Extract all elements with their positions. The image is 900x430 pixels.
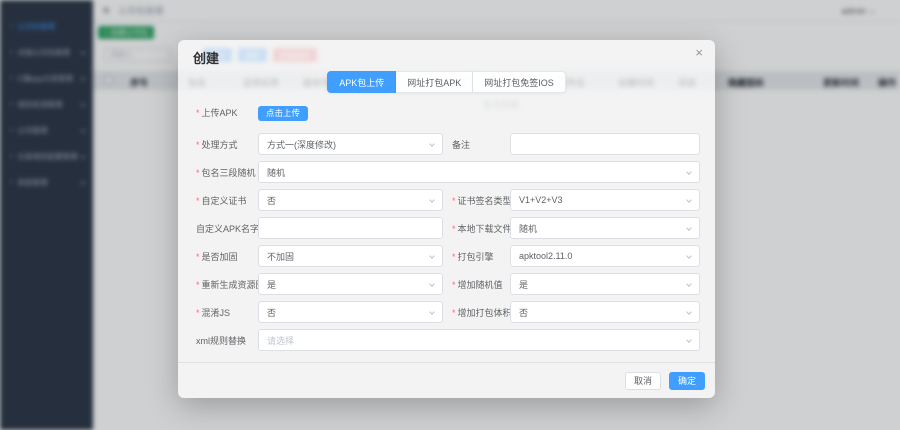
form-row-3: *自定义证书否 *证书签名类型 V1+V2+V3 [196,189,700,211]
field-label: *增加打包体积 [452,306,510,319]
required-asterisk: * [196,168,200,178]
form-row-0: *上传APK点击上传 [196,101,700,123]
select-left-5[interactable]: 不加固 [258,245,443,267]
required-asterisk: * [196,308,200,318]
select-value: 方式一(深度修改) [267,138,336,151]
chevron-down-icon [686,197,692,203]
required-asterisk: * [452,196,456,206]
modal-title: 创建 [193,48,219,67]
required-asterisk: * [196,196,200,206]
form-row-2: *包名三段随机随机 [196,161,700,183]
select-right-7[interactable]: 否 [510,301,700,323]
chevron-down-icon [686,281,692,287]
field-label: *混淆JS [196,306,258,319]
field-label: 备注 [452,138,510,151]
select-right-4[interactable]: 随机 [510,217,700,239]
field-label: *包名三段随机 [196,166,258,179]
field-label: xml规则替换 [196,334,258,347]
required-asterisk: * [196,252,200,262]
chevron-down-icon [686,169,692,175]
required-asterisk: * [452,280,456,290]
required-asterisk: * [452,224,456,234]
required-asterisk: * [196,280,200,290]
required-asterisk: * [196,140,200,150]
chevron-down-icon [429,197,435,203]
select-full-8[interactable]: 请选择 [258,329,700,351]
chevron-down-icon [429,141,435,147]
select-right-5[interactable]: apktool2.11.0 [510,245,700,267]
tab-2[interactable]: 网址打包免签IOS [473,71,566,93]
tab-1[interactable]: 网址打包APK [396,71,473,93]
required-asterisk: * [196,108,200,118]
form-row-8: xml规则替换请选择 [196,329,700,351]
chevron-down-icon [686,309,692,315]
select-full-2[interactable]: 随机 [258,161,700,183]
select-left-6[interactable]: 是 [258,273,443,295]
required-asterisk: * [452,308,456,318]
select-value: 随机 [519,222,537,235]
field-label: *增加随机值 [452,278,510,291]
field-label: *打包引擎 [452,250,510,263]
select-value: 不加固 [267,250,294,263]
upload-button[interactable]: 点击上传 [258,106,308,121]
select-left-7[interactable]: 否 [258,301,443,323]
chevron-down-icon [686,253,692,259]
create-form: *上传APK点击上传*处理方式方式一(深度修改)备注*包名三段随机随机*自定义证… [196,101,700,357]
input-wrap-right-1[interactable] [510,133,700,155]
close-icon[interactable]: × [695,46,703,59]
field-label: *上传APK [196,106,258,119]
required-asterisk: * [452,252,456,262]
select-value: 请选择 [267,334,294,347]
select-value: 否 [519,306,528,319]
select-value: 是 [519,278,528,291]
select-right-6[interactable]: 是 [510,273,700,295]
field-label: *重新生成资源图 [196,278,258,291]
select-left-3[interactable]: 否 [258,189,443,211]
text-input[interactable] [519,134,691,154]
confirm-button[interactable]: 确定 [669,372,705,390]
cancel-button[interactable]: 取消 [625,372,661,390]
form-row-7: *混淆JS否*增加打包体积否 [196,301,700,323]
field-label: *证书签名类型 [452,194,510,207]
select-value: apktool2.11.0 [519,251,572,261]
modal-tabs: APK包上传网址打包APK网址打包免签IOS [178,71,715,93]
form-row-6: *重新生成资源图是*增加随机值是 [196,273,700,295]
field-label: *本地下载文件名 [452,222,510,235]
tab-0[interactable]: APK包上传 [327,71,396,93]
chevron-down-icon [429,253,435,259]
field-label: *自定义证书 [196,194,258,207]
field-label: 自定义APK名字 [196,222,258,235]
field-label: *处理方式 [196,138,258,151]
form-row-5: *是否加固不加固 *打包引擎 apktool2.11.0 [196,245,700,267]
text-input[interactable] [267,218,434,238]
input-wrap-left-4[interactable] [258,217,443,239]
upload-wrap-left-0: 点击上传 [258,103,308,121]
create-modal: 创建 × APK包上传网址打包APK网址打包免签IOS *上传APK点击上传 *处… [178,40,715,398]
chevron-down-icon [429,309,435,315]
select-value: 随机 [267,166,285,179]
form-row-1: *处理方式方式一(深度修改) 备注 [196,133,700,155]
select-right-3[interactable]: V1+V2+V3 [510,189,700,211]
select-value: 是 [267,278,276,291]
select-left-1[interactable]: 方式一(深度修改) [258,133,443,155]
select-value: V1+V2+V3 [519,195,563,205]
form-row-4: 自定义APK名字 *本地下载文件名随机 [196,217,700,239]
field-label: *是否加固 [196,250,258,263]
chevron-down-icon [686,225,692,231]
select-value: 否 [267,306,276,319]
chevron-down-icon [429,281,435,287]
modal-footer: 取消 确定 [178,362,715,398]
select-value: 否 [267,194,276,207]
chevron-down-icon [686,337,692,343]
